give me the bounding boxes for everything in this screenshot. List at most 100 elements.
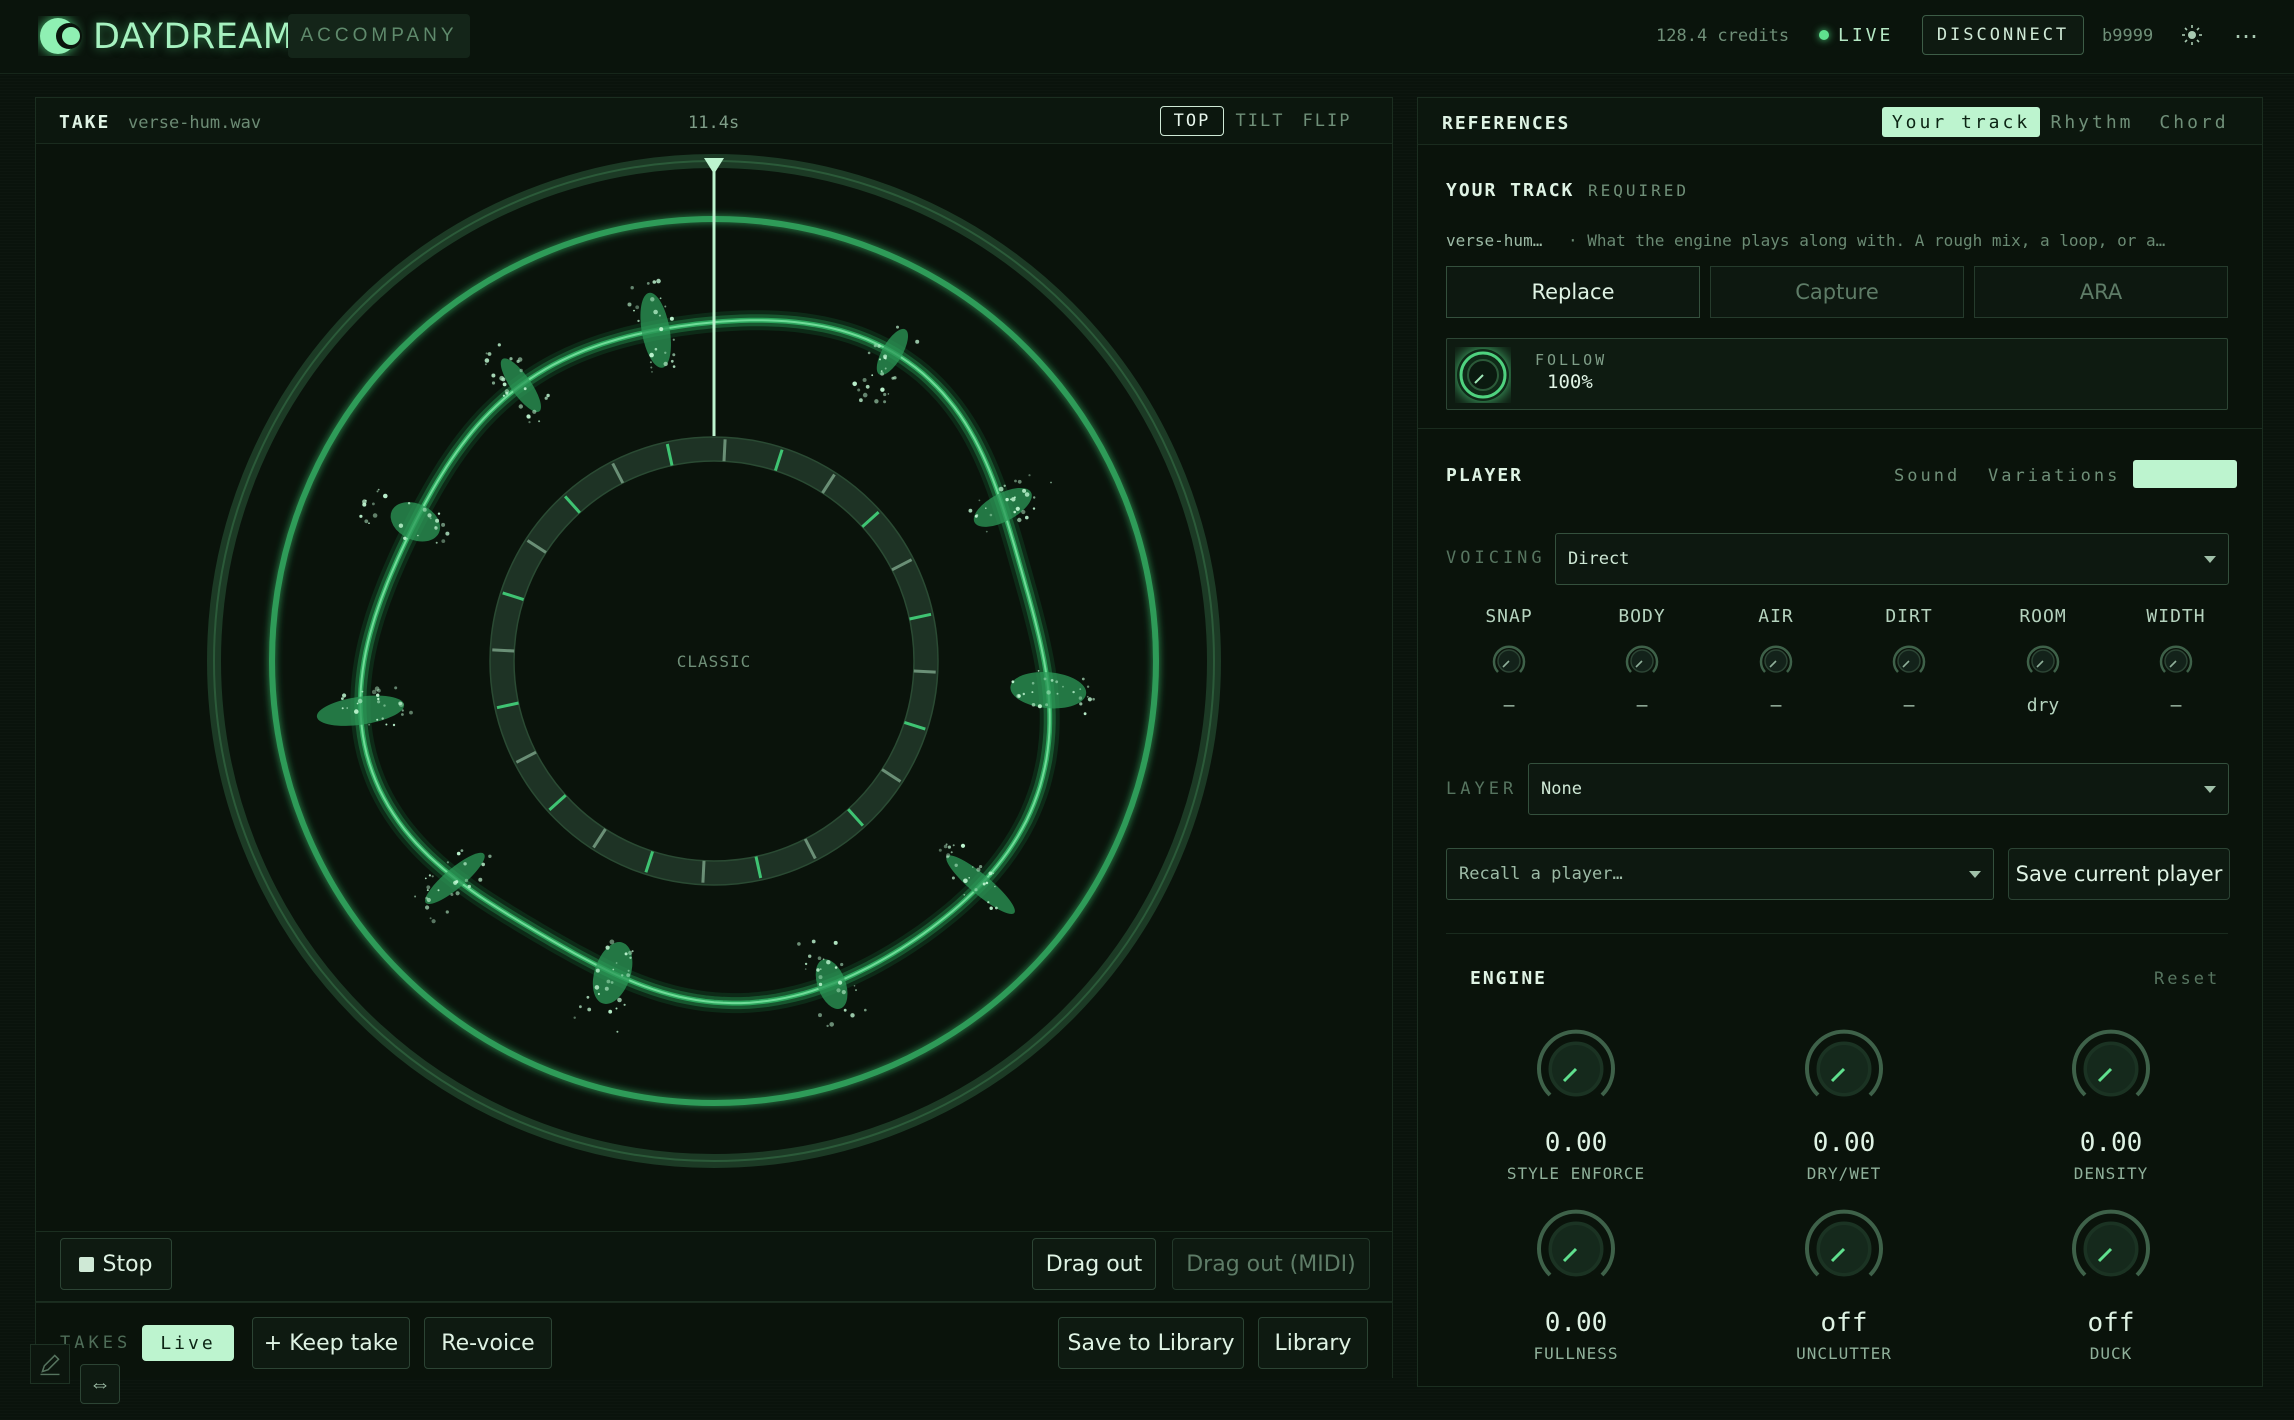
knob-icon[interactable] (1489, 641, 1529, 681)
waveform-particle (658, 314, 661, 317)
knob-icon[interactable] (2023, 641, 2063, 681)
player-tab-active[interactable] (2133, 460, 2237, 488)
knob-icon[interactable] (1756, 641, 1796, 681)
keep-take-button[interactable]: + Keep take (252, 1317, 410, 1369)
knob-icon[interactable] (1531, 1204, 1621, 1294)
tone-knob-air[interactable]: AIR – (1716, 606, 1836, 716)
waveform-particle (509, 357, 513, 361)
engine-reset-button[interactable]: Reset (2154, 969, 2220, 989)
waveform-particle (1003, 484, 1006, 487)
take-duration: 11.4s (688, 113, 740, 133)
waveform-particle (649, 361, 652, 364)
engine-knob-label: STYLE ENFORCE (1506, 1164, 1646, 1183)
tone-knob-dirt[interactable]: DIRT – (1849, 606, 1969, 716)
chevron-down-icon (2204, 556, 2216, 563)
engine-knob-duck[interactable]: off DUCK (2021, 1204, 2201, 1363)
voicing-select[interactable]: Direct (1555, 533, 2229, 585)
view-tab-flip[interactable]: FLIP (1298, 106, 1356, 136)
waveform-particle (450, 893, 454, 896)
knob-icon[interactable] (2066, 1204, 2156, 1294)
disconnect-button[interactable]: DISCONNECT (1922, 15, 2084, 55)
brand-name: DAYDREAM (93, 17, 294, 57)
engine-knob-dry-wet[interactable]: 0.00 DRY/WET (1754, 1024, 1934, 1183)
waveform-particle (403, 536, 407, 540)
engine-knob-density[interactable]: 0.00 DENSITY (2021, 1024, 2201, 1183)
take-filename: verse-hum.wav (128, 113, 262, 133)
ref-tab-your-track[interactable]: Your track (1882, 107, 2040, 137)
engine-knob-label: DUCK (2089, 1344, 2133, 1363)
waveform-particle (488, 854, 492, 858)
mode-tab-accompany[interactable]: ACCOMPANY (288, 14, 470, 58)
tone-knob-width[interactable]: WIDTH – (2116, 606, 2236, 716)
references-header: REFERENCES Your track Rhythm Chord (1418, 98, 2262, 145)
waveform-particle (485, 352, 488, 355)
drag-out-midi-button[interactable]: Drag out (MIDI) (1172, 1238, 1370, 1290)
view-tab-top[interactable]: TOP (1160, 106, 1224, 136)
waveform-particle (985, 507, 987, 510)
references-title: REFERENCES (1442, 113, 1571, 134)
engine-knob-unclutter[interactable]: off UNCLUTTER (1754, 1204, 1934, 1363)
save-current-player-button[interactable]: Save current player (2008, 848, 2230, 900)
waveform-particle (491, 381, 496, 385)
waveform-particle (394, 686, 398, 690)
waveform-particle (670, 359, 674, 363)
knob-icon[interactable] (1799, 1204, 1889, 1294)
waveform-particle (612, 968, 615, 971)
waveform-particle (354, 709, 359, 714)
knob-icon[interactable] (1799, 1024, 1889, 1114)
waveform-particle (630, 286, 634, 290)
knob-icon[interactable] (2066, 1024, 2156, 1114)
waveform-particle (669, 316, 674, 321)
waveform-particle (409, 710, 413, 715)
waveform-particle (1011, 497, 1016, 502)
drag-out-button[interactable]: Drag out (1032, 1238, 1156, 1290)
waveform-particle (604, 986, 609, 991)
engine-knob-fullness[interactable]: 0.00 FULLNESS (1486, 1204, 1666, 1363)
more-icon[interactable]: ⋯ (2234, 22, 2258, 51)
save-to-library-button[interactable]: Save to Library (1058, 1317, 1244, 1369)
waveform-particle (826, 1024, 829, 1028)
waveform-particle (526, 414, 531, 419)
waveform-particle (1046, 690, 1051, 695)
ref-tab-rhythm[interactable]: Rhythm (2050, 107, 2134, 137)
source-capture-button[interactable]: Capture (1710, 266, 1964, 318)
voicing-label: VOICING (1446, 548, 1546, 568)
tone-knob-room[interactable]: ROOM dry (1983, 606, 2103, 716)
tone-knob-snap[interactable]: SNAP – (1449, 606, 1569, 716)
engine-knob-style-enforce[interactable]: 0.00 STYLE ENFORCE (1486, 1024, 1666, 1183)
tone-knob-body[interactable]: BODY – (1582, 606, 1702, 716)
live-take-chip[interactable]: Live (142, 1325, 234, 1361)
swap-horizontal-icon[interactable]: ⇔ (80, 1364, 120, 1404)
layer-select[interactable]: None (1528, 763, 2229, 815)
waveform-particle (341, 707, 344, 710)
follow-control[interactable]: FOLLOW 100% (1446, 338, 2228, 410)
player-tab-variations[interactable]: Variations (1988, 466, 2120, 486)
waveform-particle (656, 278, 661, 284)
engine-knob-value: off (2087, 1308, 2135, 1338)
knob-icon[interactable] (1531, 1024, 1621, 1114)
waveform-particle (672, 338, 675, 341)
knob-icon[interactable] (1622, 641, 1662, 681)
waveform-particle (605, 945, 610, 950)
layer-value: None (1541, 779, 1582, 799)
knob-icon[interactable] (2156, 641, 2196, 681)
re-voice-button[interactable]: Re-voice (424, 1317, 552, 1369)
engine-knob-value: 0.00 (2079, 1128, 2143, 1158)
source-ara-button[interactable]: ARA (1974, 266, 2228, 318)
library-button[interactable]: Library (1258, 1317, 1368, 1369)
follow-knob[interactable] (1455, 347, 1511, 403)
waveform-particle (377, 697, 380, 701)
waveform-particle (481, 862, 486, 867)
player-tab-sound[interactable]: Sound (1894, 466, 1960, 486)
ref-tab-chord[interactable]: Chord (2144, 107, 2244, 137)
recall-player-select[interactable]: Recall a player… (1446, 848, 1994, 900)
take-visualizer[interactable]: CLASSIC (36, 144, 1392, 1232)
knob-icon[interactable] (1889, 641, 1929, 681)
waveform-particle (407, 502, 411, 505)
waveform-particle (817, 956, 822, 960)
sun-icon[interactable] (2181, 24, 2203, 46)
view-tab-tilt[interactable]: TILT (1232, 106, 1288, 136)
pencil-icon[interactable] (30, 1344, 70, 1384)
stop-button[interactable]: Stop (60, 1238, 172, 1290)
source-replace-button[interactable]: Replace (1446, 266, 1700, 318)
